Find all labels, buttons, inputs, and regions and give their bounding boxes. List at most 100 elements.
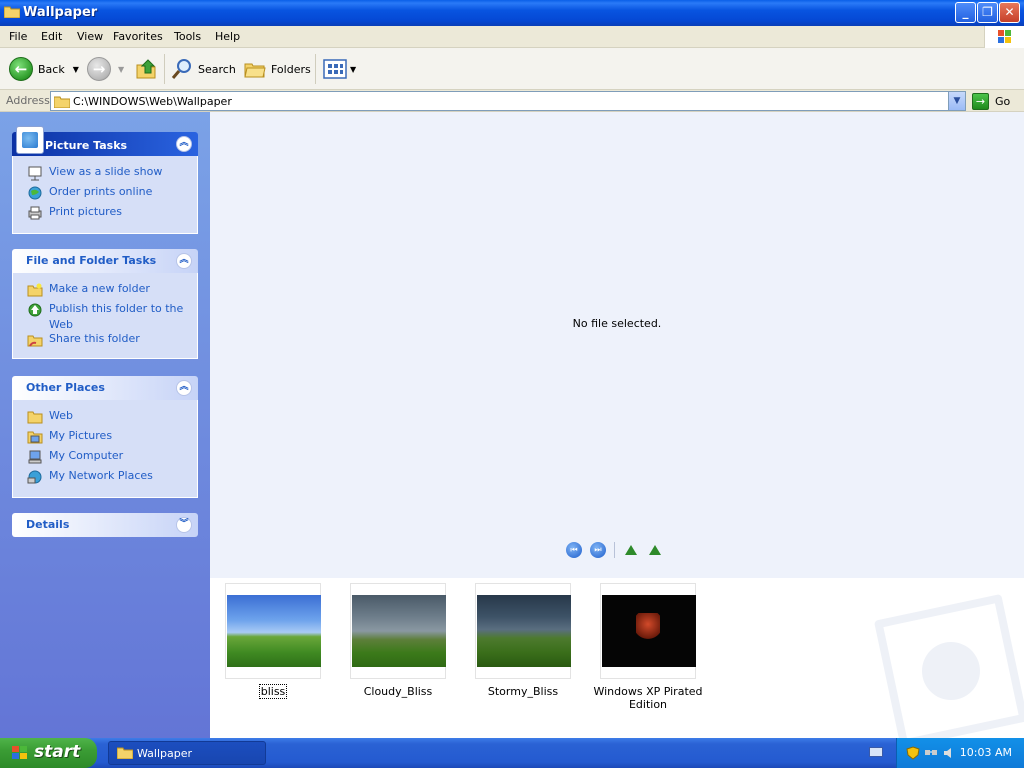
search-label: Search [198, 62, 236, 76]
place-my-computer[interactable]: My Computer [13, 448, 197, 468]
folder-icon [54, 96, 70, 108]
place-label: Web [49, 409, 73, 422]
thumbnail-item[interactable]: Stormy_Bliss [475, 583, 571, 698]
task-slide-show[interactable]: View as a slide show [13, 164, 197, 184]
menu-tools[interactable]: Tools [174, 30, 201, 43]
back-dropdown-icon[interactable]: ▼ [73, 65, 79, 74]
thumbnail-label: bliss [258, 684, 288, 699]
task-label: Print pictures [49, 205, 122, 218]
thumbnail-image [352, 595, 446, 667]
slideshow-icon [28, 166, 42, 181]
go-arrow-icon: → [972, 92, 989, 110]
folders-icon [244, 63, 266, 78]
task-label: Publish this folder to the Web [49, 302, 184, 331]
menu-favorites[interactable]: Favorites [113, 30, 163, 43]
place-label: My Network Places [49, 469, 153, 482]
taskbar: start Wallpaper 10:03 AM [0, 738, 1024, 768]
picture-tasks-header[interactable]: Picture Tasks ︽ [12, 126, 198, 156]
thumbnail-label: Windows XP Pirated Edition [593, 685, 703, 711]
taskbar-item-label: Wallpaper [137, 747, 193, 760]
picture-tasks-icon [16, 126, 44, 154]
forward-dropdown-icon[interactable]: ▼ [118, 65, 124, 74]
expand-chevron-icon[interactable]: ︾ [176, 517, 192, 533]
task-print-pictures[interactable]: Print pictures [13, 204, 197, 224]
folders-button[interactable]: Folders [243, 56, 311, 82]
address-dropdown-button[interactable]: ▼ [948, 92, 965, 110]
thumbnail-image [602, 595, 696, 667]
place-label: My Pictures [49, 429, 113, 442]
previous-image-button[interactable]: ⏮ [566, 542, 582, 558]
back-button[interactable]: ← Back ▼ [9, 56, 79, 82]
folders-label: Folders [271, 62, 311, 76]
title-bar: Wallpaper _ ❐ ✕ [0, 0, 1024, 26]
menu-file[interactable]: File [9, 30, 27, 43]
details-panel: Details ︾ [12, 513, 198, 537]
task-pane: Picture Tasks ︽ View as a slide show Ord… [0, 112, 210, 738]
next-image-button[interactable]: ⏭ [590, 542, 606, 558]
share-folder-icon [27, 335, 43, 347]
other-places-header[interactable]: Other Places ︽ [12, 376, 198, 400]
collapse-chevron-icon[interactable]: ︽ [176, 380, 192, 396]
task-publish-web[interactable]: Publish this folder to the Web [13, 301, 197, 331]
windows-logo-icon [12, 746, 27, 759]
search-button[interactable]: Search [170, 56, 236, 82]
my-pictures-icon [27, 431, 43, 444]
go-button[interactable]: → Go [972, 91, 1010, 111]
filmstrip-controls: ⏮ ⏭ [566, 542, 671, 558]
start-label: start [34, 742, 81, 762]
collapse-chevron-icon[interactable]: ︽ [176, 136, 192, 152]
picture-tasks-panel: Picture Tasks ︽ View as a slide show Ord… [12, 126, 198, 234]
thumbnail-item[interactable]: Windows XP Pirated Edition [593, 583, 703, 711]
back-arrow-icon: ← [9, 57, 33, 81]
filmstrip: bliss Cloudy_Bliss Stormy_Bliss Windows … [210, 578, 1024, 738]
forward-arrow-icon: → [87, 57, 111, 81]
place-label: My Computer [49, 449, 124, 462]
place-my-network-places[interactable]: My Network Places [13, 468, 197, 488]
menu-help[interactable]: Help [215, 30, 240, 43]
menu-edit[interactable]: Edit [41, 30, 62, 43]
folder-icon [117, 747, 133, 759]
place-web[interactable]: Web [13, 408, 197, 428]
place-my-pictures[interactable]: My Pictures [13, 428, 197, 448]
publish-web-icon [28, 303, 42, 317]
task-new-folder[interactable]: Make a new folder [13, 281, 197, 301]
restore-button[interactable]: ❐ [977, 2, 998, 23]
computer-icon [28, 450, 42, 464]
task-order-prints[interactable]: Order prints online [13, 184, 197, 204]
printer-icon [28, 206, 42, 220]
rotate-clockwise-button[interactable] [623, 543, 639, 557]
volume-icon[interactable] [942, 746, 956, 760]
rotate-counterclockwise-button[interactable] [647, 543, 663, 557]
menu-view[interactable]: View [77, 30, 103, 43]
thumbnail-item[interactable]: bliss [225, 583, 321, 699]
views-button[interactable]: ▼ [323, 56, 356, 82]
new-folder-icon [27, 283, 43, 297]
preview-message: No file selected. [572, 317, 662, 330]
keyboard-icon[interactable] [869, 747, 883, 757]
views-dropdown-icon[interactable]: ▼ [350, 65, 356, 74]
forward-button[interactable]: → ▼ [87, 56, 124, 82]
address-bar: Address C:\WINDOWS\Web\Wallpaper ▼ → Go [0, 90, 1024, 112]
thumbnail-item[interactable]: Cloudy_Bliss [350, 583, 446, 698]
back-label: Back [38, 62, 65, 76]
clock[interactable]: 10:03 AM [960, 746, 1012, 759]
start-button[interactable]: start [0, 738, 97, 768]
file-folder-tasks-header[interactable]: File and Folder Tasks ︽ [12, 249, 198, 273]
network-icon[interactable] [924, 746, 938, 760]
security-shield-icon[interactable] [906, 746, 920, 760]
other-places-panel: Other Places ︽ Web My Pictures My Comput… [12, 376, 198, 498]
collapse-chevron-icon[interactable]: ︽ [176, 253, 192, 269]
task-label: Order prints online [49, 185, 153, 198]
up-folder-button[interactable] [135, 56, 159, 82]
task-share-folder[interactable]: Share this folder [13, 331, 197, 351]
close-button[interactable]: ✕ [999, 2, 1020, 23]
up-folder-icon [136, 59, 156, 79]
minimize-button[interactable]: _ [955, 2, 976, 23]
file-folder-tasks-panel: File and Folder Tasks ︽ Make a new folde… [12, 249, 198, 359]
folder-icon [27, 411, 43, 424]
details-header[interactable]: Details ︾ [12, 513, 198, 537]
other-places-title: Other Places [26, 381, 105, 394]
address-input[interactable]: C:\WINDOWS\Web\Wallpaper ▼ [50, 91, 966, 111]
taskbar-item-wallpaper[interactable]: Wallpaper [108, 741, 266, 765]
task-label: Share this folder [49, 332, 140, 345]
